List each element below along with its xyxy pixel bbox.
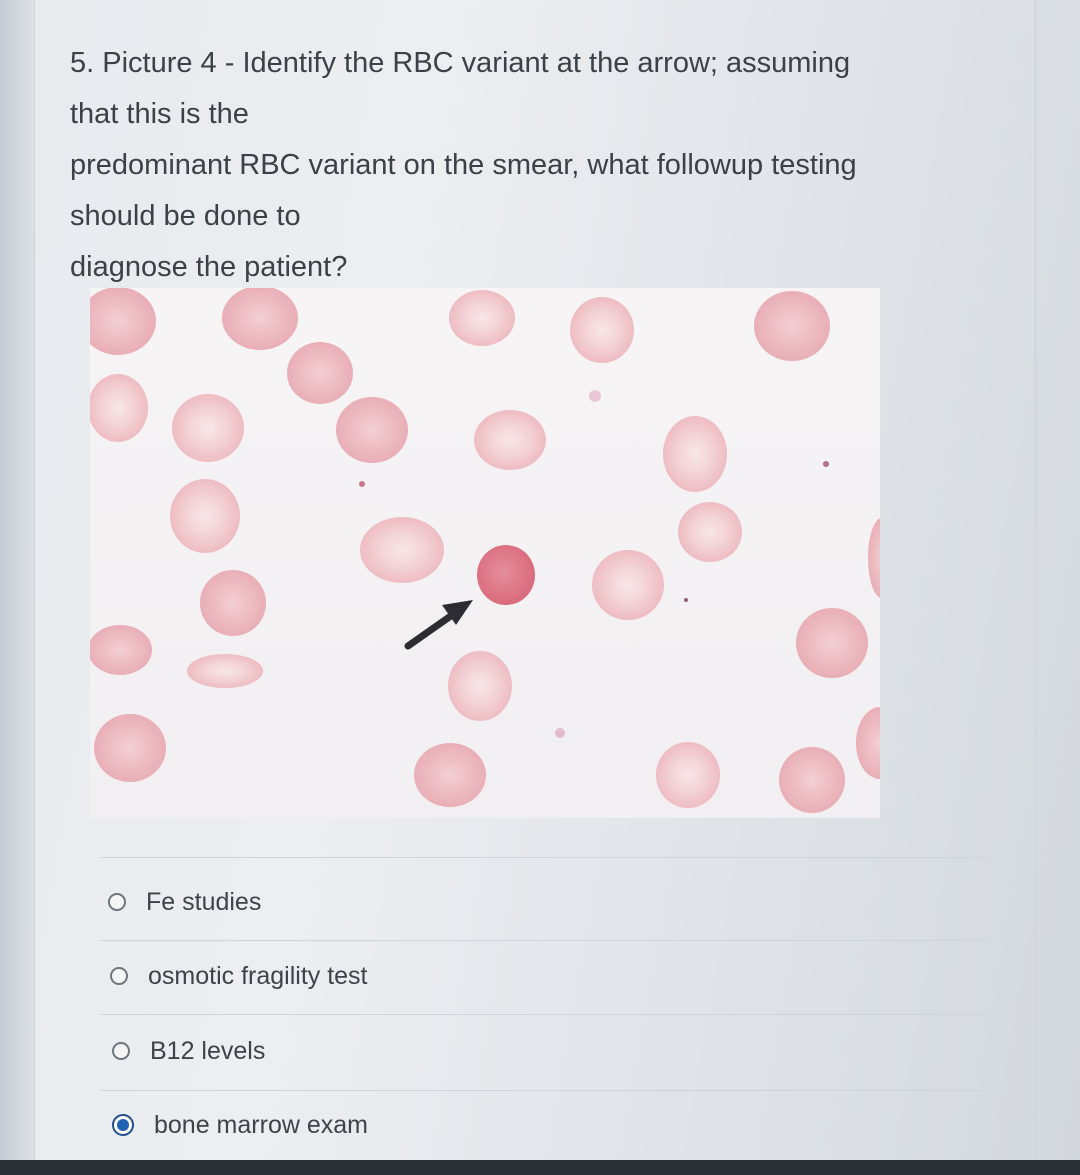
option-label: B12 levels <box>150 1036 266 1065</box>
divider <box>100 1014 986 1015</box>
option-osmotic-fragility[interactable]: osmotic fragility test <box>110 956 368 996</box>
option-fe-studies[interactable]: Fe studies <box>108 882 261 922</box>
blood-smear-svg <box>90 288 880 813</box>
divider <box>100 857 986 858</box>
radio-button[interactable] <box>110 967 128 985</box>
blood-smear-image <box>90 288 880 818</box>
screen-bezel <box>0 1160 1080 1175</box>
spherocyte-cell <box>477 545 535 605</box>
option-b12-levels[interactable]: B12 levels <box>112 1031 265 1071</box>
question-line: should be done to <box>70 200 301 232</box>
radio-button[interactable] <box>112 1042 130 1060</box>
divider <box>100 1090 986 1091</box>
option-label: Fe studies <box>146 887 262 916</box>
option-label: bone marrow exam <box>154 1110 368 1139</box>
arrow-pointer-icon <box>404 600 473 650</box>
window-edge <box>0 0 34 1175</box>
red-blood-cells <box>90 288 880 813</box>
radio-button-selected[interactable] <box>112 1114 134 1136</box>
screen-background: 5. Picture 4 - Identify the RBC variant … <box>0 0 1080 1175</box>
question-line: diagnose the patient? <box>70 251 348 283</box>
radio-button[interactable] <box>108 893 126 911</box>
question-text: 5. Picture 4 - Identify the RBC variant … <box>70 38 970 293</box>
divider <box>100 940 986 941</box>
question-line: that this is the <box>70 98 249 130</box>
question-line: 5. Picture 4 - Identify the RBC variant … <box>70 47 851 79</box>
question-line: predominant RBC variant on the smear, wh… <box>70 149 857 181</box>
option-label: osmotic fragility test <box>148 961 368 990</box>
option-bone-marrow-exam[interactable]: bone marrow exam <box>112 1105 368 1145</box>
